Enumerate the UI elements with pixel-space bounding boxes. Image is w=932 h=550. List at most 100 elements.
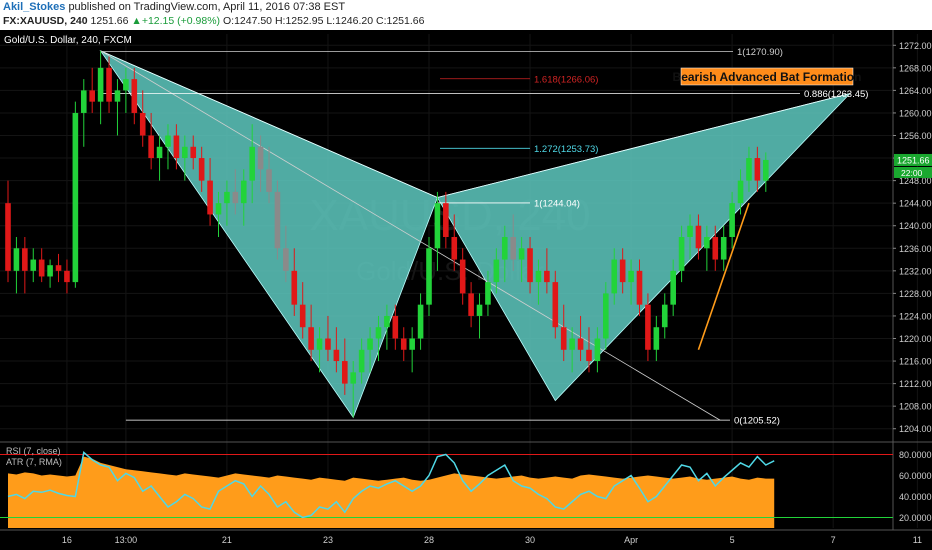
candle-body	[611, 259, 618, 294]
price-tick-label: 1212.00	[899, 379, 932, 389]
price-change: +12.15 (+0.98%)	[141, 15, 221, 27]
candle-body	[283, 248, 289, 271]
candle-body	[215, 203, 222, 215]
atr-legend: ATR (7, RMA)	[6, 457, 62, 467]
last-price: 1251.66	[90, 15, 129, 27]
candle-body	[645, 304, 651, 350]
price-tick-label: 1272.00	[899, 41, 932, 51]
ticker-symbol[interactable]: FX:XAUUSD, 240	[3, 15, 88, 27]
candle-body	[224, 191, 230, 204]
fib-level-label: 1.618(1266.06)	[534, 74, 598, 85]
chart-title: Gold/U.S. Dollar, 240, FXCM	[4, 35, 132, 46]
time-axis[interactable]: 1613:0021232830Apr571113	[0, 529, 932, 550]
indicator-tick-label: 40.0000	[899, 492, 932, 502]
candle-body	[72, 112, 79, 283]
candle-body	[476, 304, 483, 316]
candle-body	[518, 248, 525, 260]
pattern-xab-triangle[interactable]	[99, 49, 438, 419]
time-tick-label: 11	[913, 535, 922, 545]
price-tick-label: 1224.00	[899, 311, 932, 321]
candle-body	[737, 180, 744, 204]
candle-body	[400, 338, 407, 350]
pattern-bcd-triangle[interactable]	[436, 92, 852, 402]
candle-body	[257, 146, 264, 170]
candle-body	[325, 338, 331, 350]
candle-body	[207, 180, 213, 215]
candle-body	[451, 237, 458, 260]
countdown-text: 22:00	[901, 168, 923, 178]
candle-body	[485, 282, 491, 305]
price-tick-label: 1236.00	[899, 244, 932, 254]
candle-body	[114, 90, 121, 102]
candle-body	[493, 259, 500, 283]
candle-body	[560, 327, 567, 350]
chart-screenshot: Akil_Stokes published on TradingView.com…	[0, 0, 932, 550]
candle-body	[106, 67, 112, 102]
candle-body	[274, 191, 281, 249]
candle-body	[443, 203, 449, 237]
candle-body	[13, 248, 20, 271]
fib-level-label: 1.272(1253.73)	[534, 144, 598, 155]
low-value: L:1246.20	[326, 15, 374, 27]
candle-body	[687, 225, 693, 237]
candle-body	[89, 90, 95, 102]
price-tick-label: 1240.00	[899, 221, 932, 231]
candle-body	[240, 180, 247, 204]
candle-body	[603, 293, 609, 339]
candle-body	[704, 237, 710, 249]
candle-body	[22, 248, 28, 271]
fib-level-label: 0(1205.52)	[734, 416, 780, 427]
price-tick-label: 1204.00	[899, 424, 932, 434]
candle-body	[434, 203, 441, 249]
price-tick-label: 1232.00	[899, 266, 932, 276]
candle-body	[190, 146, 197, 159]
candle-body	[97, 67, 104, 102]
pattern-label: Bearish Advanced Bat Formation	[673, 67, 861, 86]
published-text: published on TradingView.com, April 11, …	[68, 1, 346, 13]
candle-body	[55, 265, 62, 271]
time-tick-label: 7	[831, 535, 836, 545]
candle-body	[384, 315, 390, 328]
price-chart[interactable]: XAUUSD, 240 Gold/U.S. Dollar 1(1270.90)1…	[0, 30, 932, 550]
candle-body	[182, 146, 188, 159]
candle-body	[720, 237, 727, 260]
candle-body	[375, 327, 382, 339]
indicator-pane[interactable]: 20.0000 40.0000 60.0000 80.0000 RSI (7, clos…	[0, 446, 932, 528]
candle-body	[729, 203, 735, 237]
candle-body	[510, 237, 516, 260]
time-tick-label: 13:00	[115, 535, 138, 545]
candle-body	[569, 338, 575, 350]
candle-body	[619, 259, 626, 283]
candle-body	[342, 361, 348, 384]
close-value: C:1251.66	[375, 15, 425, 27]
bat-pattern[interactable]	[99, 49, 852, 421]
indicator-tick-label: 80.0000	[899, 450, 932, 460]
candle-body	[38, 259, 45, 277]
price-tick-label: 1268.00	[899, 63, 932, 73]
candle-body	[173, 135, 180, 159]
candle-body	[392, 315, 399, 339]
candle-body	[763, 159, 769, 181]
up-arrow-icon: ▲	[131, 15, 142, 27]
candle-body	[468, 293, 474, 316]
candle-body	[501, 237, 508, 260]
candle-body	[316, 338, 323, 350]
candle-body	[80, 90, 87, 113]
price-tick-label: 1220.00	[899, 334, 932, 344]
indicator-tick-label: 20.0000	[899, 513, 932, 523]
candle-body	[333, 349, 340, 362]
time-tick-label: 16	[62, 535, 72, 545]
author-link[interactable]: Akil_Stokes	[3, 1, 65, 13]
price-axis[interactable]: 1204.00 1208.00 1212.00 1216.00 1220.00 1224.…	[893, 41, 932, 434]
time-axis-bg	[0, 530, 932, 550]
candle-body	[459, 259, 466, 294]
time-tick-label: 21	[222, 535, 232, 545]
price-tick-label: 1256.00	[899, 131, 932, 141]
candle-body	[628, 270, 634, 283]
time-tick-label: 23	[323, 535, 333, 545]
candle-body	[594, 338, 601, 362]
candle-body	[299, 304, 306, 328]
candle-body	[123, 79, 129, 91]
price-tick-label: 1228.00	[899, 289, 932, 299]
price-tick-label: 1244.00	[899, 199, 932, 209]
